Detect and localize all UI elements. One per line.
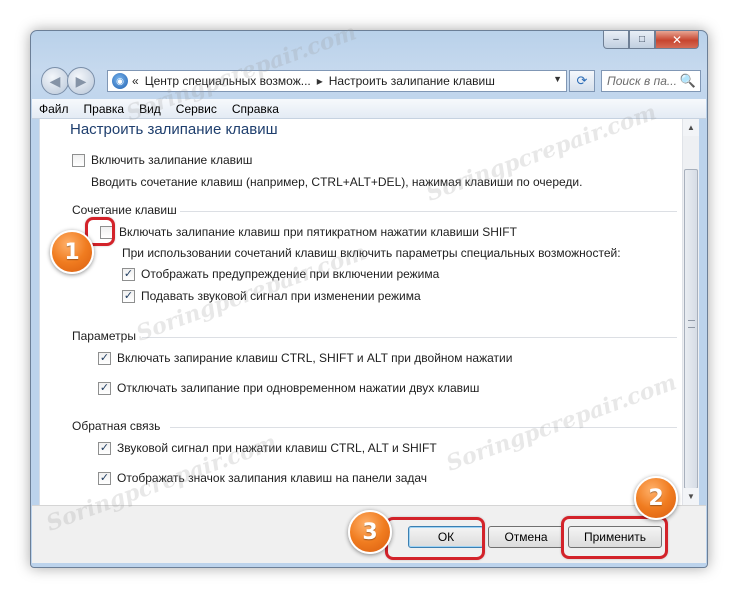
back-arrow-icon: ◀: [49, 72, 61, 89]
back-button[interactable]: ◀: [41, 67, 69, 95]
beep-label[interactable]: Звуковой сигнал при нажатии клавиш CTRL,…: [117, 441, 437, 455]
beep-row[interactable]: Звуковой сигнал при нажатии клавиш CTRL,…: [98, 441, 437, 455]
menu-bar: Файл Правка Вид Сервис Справка: [32, 99, 706, 119]
warn-row[interactable]: Отображать предупреждение при включении …: [122, 267, 439, 281]
menu-help[interactable]: Справка: [232, 102, 279, 116]
page-title: Настроить залипание клавиш: [70, 121, 278, 138]
caption-buttons: ‒ □ ✕: [603, 31, 699, 49]
params-group-label: Параметры: [72, 329, 136, 343]
scroll-thumb[interactable]: [684, 169, 698, 489]
menu-view[interactable]: Вид: [139, 102, 161, 116]
refresh-button[interactable]: ⟳: [569, 70, 595, 92]
refresh-icon: ⟳: [576, 73, 588, 88]
address-prefix[interactable]: «: [132, 74, 139, 88]
breadcrumb-current[interactable]: Настроить залипание клавиш: [329, 74, 495, 88]
scroll-up-icon[interactable]: ▲: [683, 119, 699, 136]
warn-checkbox[interactable]: [122, 267, 135, 281]
menu-file[interactable]: Файл: [39, 102, 69, 116]
shift5-description: При использовании сочетаний клавиш включ…: [122, 246, 621, 260]
group-divider: [170, 427, 677, 428]
warn-label[interactable]: Отображать предупреждение при включении …: [141, 267, 439, 281]
icon-row[interactable]: Отображать значок залипания клавиш на па…: [98, 471, 427, 485]
vertical-scrollbar[interactable]: ▲ ▼: [682, 119, 699, 505]
address-dropdown-icon[interactable]: ▼: [553, 74, 562, 84]
settings-content: Настроить залипание клавиш Включить зали…: [39, 119, 699, 505]
shift5-label[interactable]: Включать залипание клавиш при пятикратно…: [119, 225, 517, 239]
menu-tools[interactable]: Сервис: [176, 102, 217, 116]
highlight-apply-button: [561, 516, 668, 559]
grip-icon: [688, 320, 695, 328]
close-button[interactable]: ✕: [655, 31, 699, 49]
cancel-button[interactable]: Отмена: [488, 526, 564, 548]
forward-arrow-icon: ▶: [75, 72, 87, 89]
beep-checkbox[interactable]: [98, 441, 111, 455]
lock-checkbox[interactable]: [98, 351, 111, 365]
step-badge-3: 3: [348, 510, 392, 554]
off-label[interactable]: Отключать залипание при одновременном на…: [117, 381, 479, 395]
icon-checkbox[interactable]: [98, 471, 111, 485]
breadcrumb-separator-icon[interactable]: ▸: [317, 74, 323, 88]
address-bar[interactable]: ◉ « Центр специальных возмож... ▸ Настро…: [107, 70, 567, 92]
dialog-window: ‒ □ ✕ ◀ ▶ ◉ « Центр специальных возмож..…: [30, 30, 708, 568]
shortcut-group-label: Сочетание клавиш: [72, 203, 177, 217]
search-input[interactable]: Поиск в па...: [607, 74, 677, 88]
highlight-ok-button: [385, 517, 485, 560]
icon-label[interactable]: Отображать значок залипания клавиш на па…: [117, 471, 427, 485]
scroll-down-icon[interactable]: ▼: [683, 488, 699, 505]
sound-row[interactable]: Подавать звуковой сигнал при изменении р…: [122, 289, 421, 303]
sound-checkbox[interactable]: [122, 289, 135, 303]
lock-label[interactable]: Включать запирание клавиш CTRL, SHIFT и …: [117, 351, 512, 365]
forward-button[interactable]: ▶: [67, 67, 95, 95]
maximize-button[interactable]: □: [629, 31, 655, 49]
shift5-row[interactable]: Включать залипание клавиш при пятикратно…: [100, 225, 517, 239]
step-badge-1: 1: [50, 230, 94, 274]
off-checkbox[interactable]: [98, 381, 111, 395]
group-divider: [180, 211, 677, 212]
off-row[interactable]: Отключать залипание при одновременном на…: [98, 381, 479, 395]
step-badge-2: 2: [634, 476, 678, 520]
feedback-group-label: Обратная связь: [72, 419, 161, 433]
navigation-bar: ◀ ▶ ◉ « Центр специальных возмож... ▸ На…: [39, 67, 701, 95]
lock-row[interactable]: Включать запирание клавиш CTRL, SHIFT и …: [98, 351, 512, 365]
enable-sticky-row[interactable]: Включить залипание клавиш: [72, 153, 252, 167]
search-box[interactable]: Поиск в па... 🔍: [601, 70, 701, 92]
minimize-button[interactable]: ‒: [603, 31, 629, 49]
enable-sticky-label[interactable]: Включить залипание клавиш: [91, 153, 252, 167]
group-divider: [142, 337, 677, 338]
sound-label[interactable]: Подавать звуковой сигнал при изменении р…: [141, 289, 421, 303]
menu-edit[interactable]: Правка: [84, 102, 125, 116]
control-panel-icon: ◉: [112, 73, 128, 89]
enable-sticky-description: Вводить сочетание клавиш (например, CTRL…: [91, 175, 583, 189]
breadcrumb-parent[interactable]: Центр специальных возмож...: [145, 74, 311, 88]
search-icon[interactable]: 🔍: [680, 73, 696, 89]
enable-sticky-checkbox[interactable]: [72, 153, 85, 167]
